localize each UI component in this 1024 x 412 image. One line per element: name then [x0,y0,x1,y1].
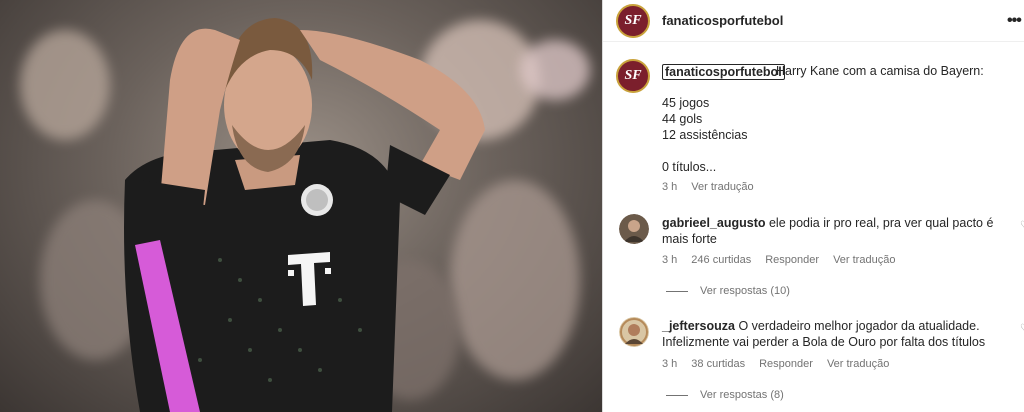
comment-body: _jeftersouza O verdadeiro melhor jogador… [662,318,1002,350]
divider [666,394,688,396]
comment-username[interactable]: gabrieel_augusto [662,216,766,230]
caption-meta: 3 h Ver tradução [662,181,754,193]
commenter-avatar[interactable] [619,317,649,347]
avatar-logo-text: SF [624,13,642,28]
comment-username[interactable]: _jeftersouza [662,319,735,333]
caption-line: 44 gols [662,112,703,126]
comment-likes[interactable]: 246 curtidas [691,254,751,266]
comment-meta: 3 h 38 curtidas Responder Ver tradução [662,358,889,370]
post-panel: SF fanaticosporfutebol ••• SF fanaticosp… [602,0,1024,412]
avatar[interactable]: SF [616,4,650,38]
caption-username[interactable]: fanaticosporfutebol [662,64,785,80]
caption-line: 12 assistências [662,128,748,142]
reply-button[interactable]: Responder [759,358,813,370]
more-options-icon[interactable]: ••• [1007,12,1022,30]
caption-intro: Harry Kane com a camisa do Bayern: [776,64,984,78]
view-replies[interactable]: Ver respostas (8) [666,389,784,401]
comment-likes[interactable]: 38 curtidas [691,358,745,370]
commenter-avatar[interactable] [619,214,649,244]
view-replies-label[interactable]: Ver respostas (8) [700,389,784,401]
player-figure [124,18,485,412]
comment-time: 3 h [662,358,678,370]
divider [666,290,688,292]
comment-time: 3 h [662,254,678,266]
caption-line: 0 títulos... [662,160,717,174]
caption-time: 3 h [662,181,678,193]
caption-avatar[interactable]: SF [616,59,650,93]
header-username[interactable]: fanaticosporfutebol [662,13,783,28]
heart-icon[interactable]: ♡ [1020,323,1024,334]
translate-link[interactable]: Ver tradução [833,254,895,266]
post-header: SF fanaticosporfutebol ••• [603,0,1024,42]
post-image[interactable] [0,0,602,412]
caption-line: 45 jogos [662,96,710,110]
translate-link[interactable]: Ver tradução [691,181,753,193]
comment-body: gabrieel_augusto ele podia ir pro real, … [662,215,1002,247]
reply-button[interactable]: Responder [765,254,819,266]
avatar-logo-text: SF [624,68,642,83]
view-replies-label[interactable]: Ver respostas (10) [700,285,790,297]
translate-link[interactable]: Ver tradução [827,358,889,370]
comment-meta: 3 h 246 curtidas Responder Ver tradução [662,254,895,266]
heart-icon[interactable]: ♡ [1020,220,1024,231]
view-replies[interactable]: Ver respostas (10) [666,285,790,297]
